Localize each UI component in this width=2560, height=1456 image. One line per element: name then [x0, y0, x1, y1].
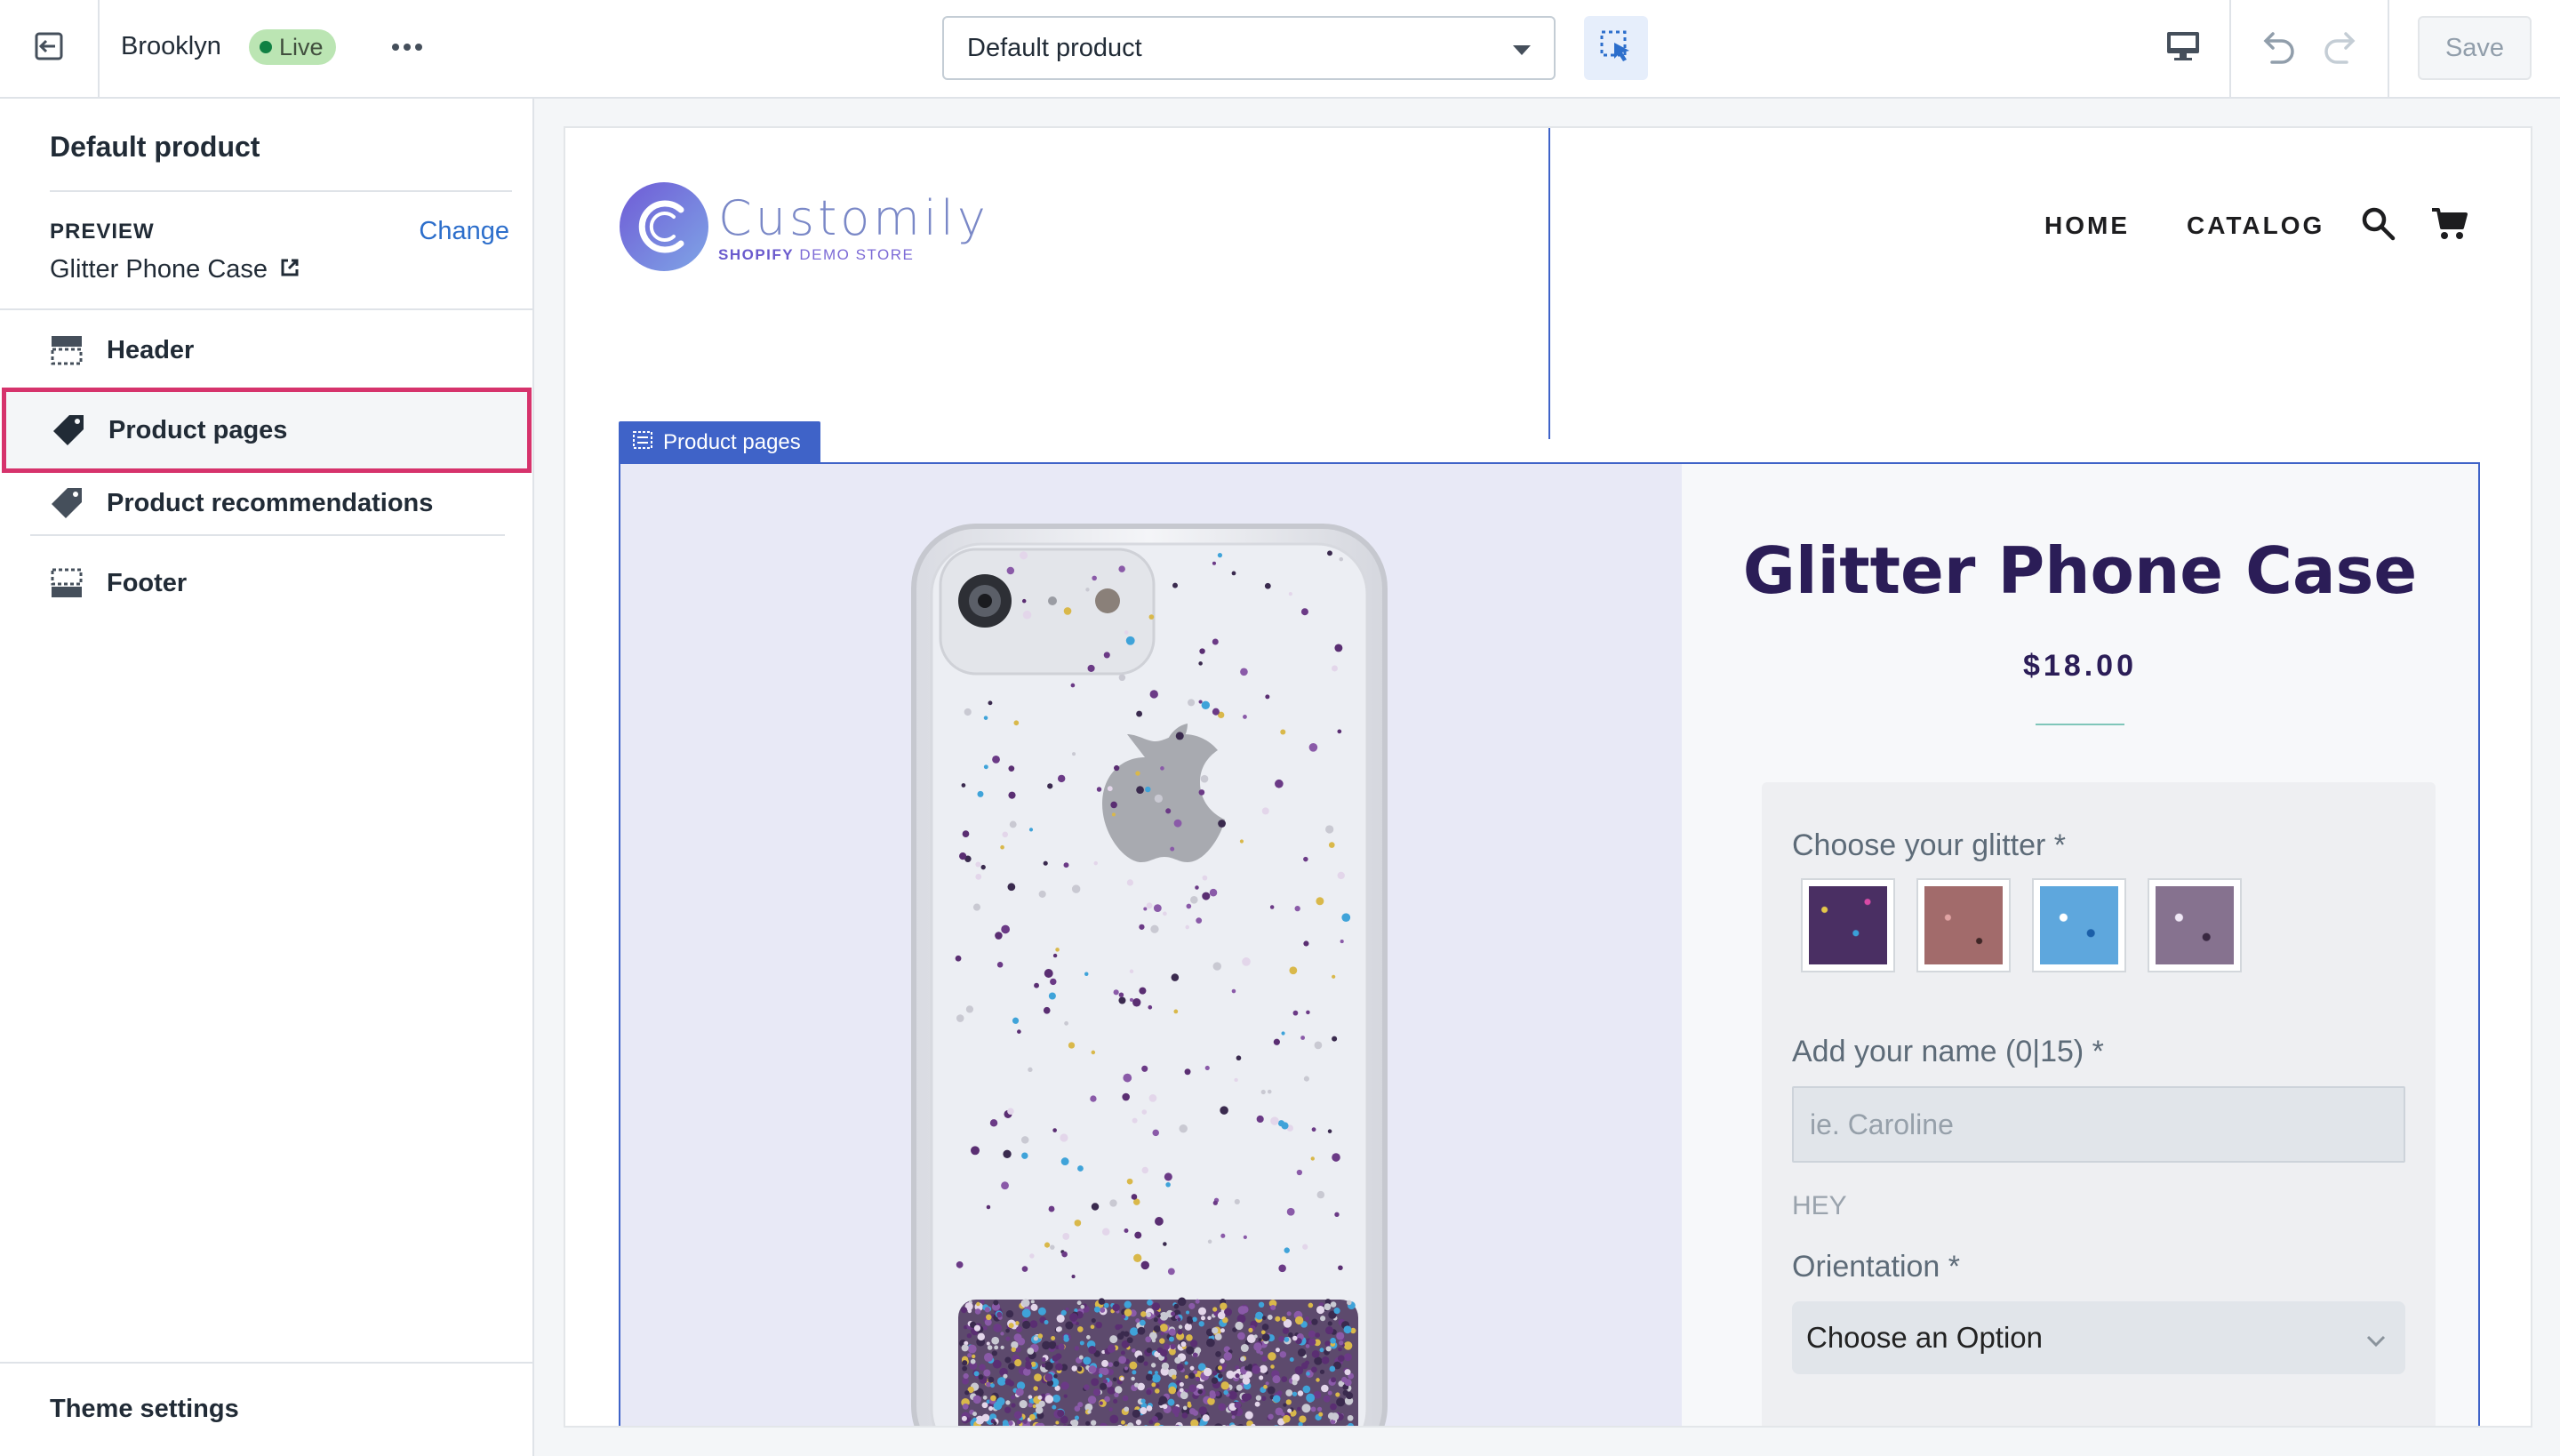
logo-wordmark: Customily [718, 189, 989, 246]
undo-button[interactable] [2252, 25, 2302, 71]
redo-button[interactable] [2316, 25, 2366, 71]
sidebar-item-product-recommendations[interactable]: Product recommendations [0, 468, 532, 538]
chevron-down-icon [2366, 1321, 2386, 1355]
inspector-select-button[interactable] [1584, 16, 1648, 80]
logo-tagline-rest: DEMO STORE [799, 245, 915, 263]
live-dot-icon [260, 41, 272, 53]
glitter-swatch[interactable] [2032, 878, 2126, 972]
product-title: Glitter Phone Case [1742, 533, 2418, 608]
divider [0, 308, 532, 310]
tag-icon [52, 413, 85, 447]
topbar-divider [2229, 0, 2231, 97]
section-tag[interactable]: Product pages [619, 421, 820, 464]
orientation-option-label: Orientation * [1792, 1250, 1960, 1284]
name-input[interactable]: ie. Caroline [1792, 1086, 2405, 1163]
sections-sidebar: Default product PREVIEW Change Glitter P… [0, 99, 534, 1456]
sidebar-item-footer[interactable]: Footer [0, 548, 532, 618]
caret-down-icon [1513, 34, 1531, 63]
sidebar-item-label: Header [107, 335, 195, 364]
storefront-preview: Customily SHOPIFY DEMO STORE HOME CATALO… [564, 126, 2532, 1428]
glitter-option-label: Choose your glitter * [1792, 828, 2067, 862]
cart-icon[interactable] [2430, 206, 2469, 242]
preview-product[interactable]: Glitter Phone Case [50, 255, 300, 284]
logo-tagline-bold: SHOPIFY [718, 245, 795, 263]
glitter-swatch[interactable] [1801, 878, 1895, 972]
topbar-divider [2388, 0, 2389, 97]
orientation-select[interactable]: Choose an Option [1792, 1301, 2405, 1374]
footer-layout-icon [50, 566, 84, 600]
orientation-select-value: Choose an Option [1806, 1321, 2044, 1354]
header-layout-icon [50, 333, 84, 367]
sidebar-title: Default product [50, 131, 260, 163]
exit-editor-button[interactable] [0, 0, 100, 97]
section-tag-label: Product pages [663, 430, 801, 454]
name-option-label: Add your name (0|15) * [1792, 1035, 2104, 1068]
sidebar-item-product-pages[interactable]: Product pages [2, 388, 532, 473]
status-badge-label: Live [279, 33, 324, 60]
cursor-select-icon [1599, 29, 1633, 68]
sidebar-item-label: Product recommendations [107, 488, 434, 517]
divider [50, 190, 512, 192]
section-grid-icon [633, 430, 652, 455]
glitter-swatches [1801, 878, 2242, 972]
more-actions-button[interactable] [382, 27, 432, 69]
undo-icon [2258, 28, 2297, 68]
product-price: $18.00 [2023, 649, 2137, 683]
external-link-icon [280, 255, 300, 284]
preview-product-name: Glitter Phone Case [50, 255, 268, 284]
search-icon[interactable] [2361, 206, 2396, 242]
status-badge: Live [249, 29, 336, 65]
divider [30, 534, 505, 536]
name-preview-text: HEY [1792, 1191, 1847, 1220]
theme-name: Brooklyn [121, 32, 221, 60]
glitter-swatch[interactable] [1916, 878, 2011, 972]
template-select-value: Default product [967, 33, 1142, 62]
logo-tagline: SHOPIFY DEMO STORE [718, 246, 989, 264]
price-divider [2036, 724, 2124, 725]
save-button[interactable]: Save [2418, 16, 2532, 80]
template-select[interactable]: Default product [942, 16, 1556, 80]
product-image-area [620, 464, 1682, 1426]
store-logo[interactable]: Customily SHOPIFY DEMO STORE [619, 181, 989, 276]
ellipsis-icon [391, 40, 423, 56]
personalization-options: Choose your glitter * Add your name (0|1… [1762, 782, 2436, 1426]
sidebar-item-label: Footer [107, 568, 188, 597]
phone-case-image [911, 524, 1388, 1426]
glitter-swatch[interactable] [2148, 878, 2242, 972]
divider [0, 1362, 532, 1364]
desktop-view-button[interactable] [2158, 25, 2208, 71]
layout-guide-line [1548, 128, 1550, 439]
theme-settings-link[interactable]: Theme settings [50, 1395, 239, 1424]
tag-icon [50, 486, 84, 520]
preview-label: PREVIEW [50, 220, 155, 244]
customily-logo-icon [619, 181, 709, 276]
nav-home-link[interactable]: HOME [2044, 212, 2130, 240]
sidebar-item-label: Product pages [108, 415, 288, 444]
exit-icon [34, 31, 64, 66]
editor-topbar: Brooklyn Live Default product Save [0, 0, 2560, 99]
sidebar-item-header[interactable]: Header [0, 316, 532, 385]
desktop-icon [2166, 31, 2200, 66]
nav-catalog-link[interactable]: CATALOG [2187, 212, 2324, 240]
product-info-panel: Glitter Phone Case $18.00 Choose your gl… [1682, 464, 2478, 1426]
redo-icon [2322, 28, 2361, 68]
change-preview-link[interactable]: Change [419, 217, 509, 246]
